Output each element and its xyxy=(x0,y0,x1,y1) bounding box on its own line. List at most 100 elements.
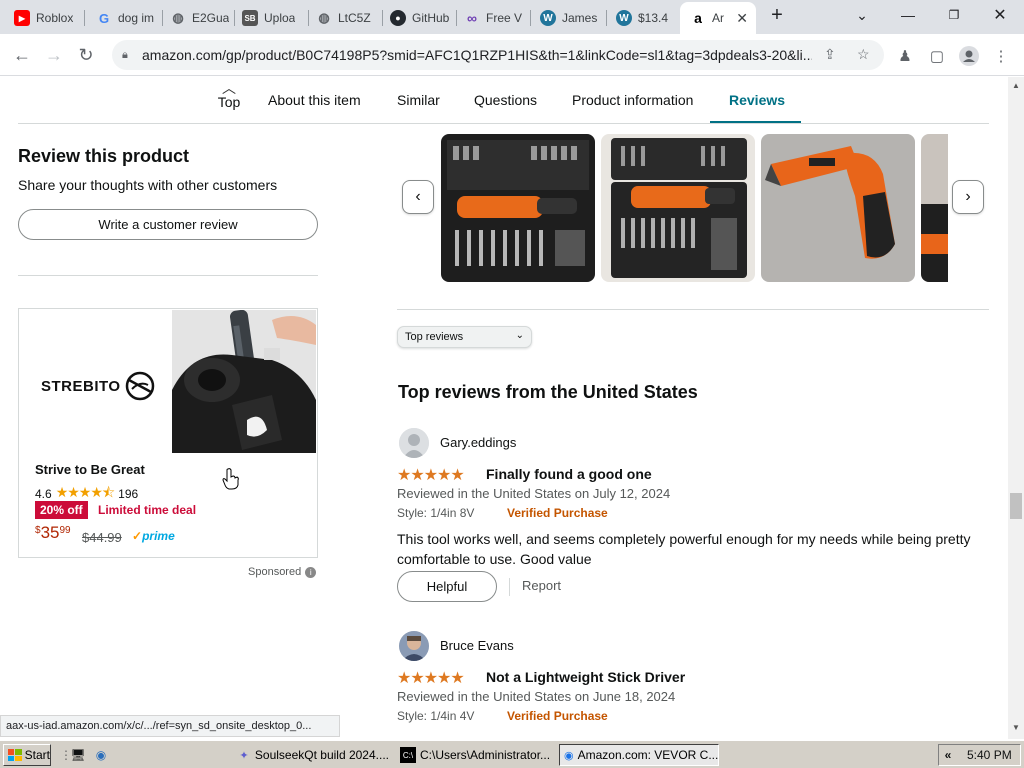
review-stars-icon[interactable]: ★★★★★ xyxy=(397,668,465,688)
helpful-button[interactable]: Helpful xyxy=(397,571,497,602)
review-image[interactable] xyxy=(761,134,915,282)
sponsored-ad[interactable]: STREBITO Strive to Be Great 4.6 ★★★★⯪ 19… xyxy=(18,308,318,558)
browser-tab[interactable]: SB Uploa xyxy=(232,6,308,30)
tab-search-icon[interactable]: ⌄ xyxy=(842,4,882,26)
browser-tab[interactable]: ▶ Roblox xyxy=(4,6,82,30)
browser-toolbar: ← → ↻ 🔒︎ amazon.com/gp/product/B0C74198P… xyxy=(0,34,1024,76)
review-body: This tool works well, and seems complete… xyxy=(397,531,971,567)
tab-product-information[interactable]: Product information xyxy=(572,92,693,108)
report-link[interactable]: Report xyxy=(522,578,561,593)
clock[interactable]: 5:40 PM xyxy=(967,748,1012,762)
carousel-next-button[interactable]: › xyxy=(952,180,984,214)
youtube-icon: ▶ xyxy=(14,10,30,26)
close-tab-icon[interactable]: ✕ xyxy=(736,10,748,27)
infinity-icon: ∞ xyxy=(467,10,477,26)
prime-badge: ✓prime xyxy=(132,529,175,543)
review-product-heading: Review this product xyxy=(18,146,190,166)
ad-product-image[interactable] xyxy=(172,310,316,453)
restore-icon[interactable]: ❐ xyxy=(934,4,974,26)
tab-about-this-item[interactable]: About this item xyxy=(268,92,361,108)
review-count[interactable]: 196 xyxy=(118,487,138,501)
bookmark-star-icon[interactable]: ☆ xyxy=(857,46,870,63)
lock-icon: 🔒︎ xyxy=(122,48,128,61)
close-window-icon[interactable]: ✕ xyxy=(980,4,1020,26)
share-icon[interactable]: ⇪ xyxy=(824,46,836,63)
show-desktop-icon[interactable]: 🖥︎ xyxy=(70,747,86,763)
back-to-top-link[interactable]: ︿ Top xyxy=(214,81,244,110)
review-stars-icon[interactable]: ★★★★★ xyxy=(397,465,465,485)
start-button[interactable]: Start xyxy=(3,744,51,766)
page-scrollbar[interactable]: ▲ ▼ xyxy=(1008,77,1024,739)
reload-icon[interactable]: ↻ xyxy=(74,43,98,67)
review-image[interactable] xyxy=(441,134,595,282)
avatar[interactable] xyxy=(399,428,429,458)
address-bar[interactable]: 🔒︎ amazon.com/gp/product/B0C74198P5?smid… xyxy=(112,40,884,70)
deal-badge: 20% off xyxy=(35,501,88,519)
globe-icon: ◍ xyxy=(172,10,184,25)
wordpress-icon: W xyxy=(616,10,632,26)
taskbar-item-console[interactable]: C:\ C:\Users\Administrator... xyxy=(395,744,555,766)
browser-tab[interactable]: ◍ E2Gua xyxy=(160,6,234,30)
review-product-subtext: Share your thoughts with other customers xyxy=(18,177,278,193)
browser-tab[interactable]: ◍ LtC5Z xyxy=(306,6,382,30)
review-image[interactable] xyxy=(921,134,948,282)
taskbar-item-soulseek[interactable]: ✦ SoulseekQt build 2024.... xyxy=(232,744,390,766)
extensions-icon[interactable]: ♟ xyxy=(894,45,916,67)
forward-icon[interactable]: → xyxy=(42,43,66,67)
soulseek-icon: ✦ xyxy=(239,749,249,762)
brand-logo: STREBITO xyxy=(41,369,157,403)
browser-tab-strip: ▶ Roblox G dog im ◍ E2Gua SB Uploa ◍ LtC… xyxy=(0,0,1024,34)
product-page-nav: ︿ Top About this item Similar Questions … xyxy=(0,78,1008,124)
list-price: $44.99 xyxy=(82,530,122,545)
browser-tab[interactable]: ● GitHub xyxy=(380,6,456,30)
tray-expand-icon[interactable]: « xyxy=(939,748,957,762)
scroll-down-icon[interactable]: ▼ xyxy=(1012,723,1020,732)
ad-tagline[interactable]: Strive to Be Great xyxy=(35,462,145,477)
nav-divider xyxy=(18,123,989,124)
scroll-up-icon[interactable]: ▲ xyxy=(1012,81,1020,90)
back-icon[interactable]: ← xyxy=(10,43,34,67)
tab-reviews[interactable]: Reviews xyxy=(729,92,785,108)
scroll-thumb[interactable] xyxy=(1010,493,1022,519)
info-icon[interactable]: i xyxy=(305,566,317,578)
reviewer-name[interactable]: Bruce Evans xyxy=(440,638,514,653)
taskbar-item-chrome[interactable]: ◉ Amazon.com: VEVOR C... xyxy=(559,744,719,766)
browser-tab-active[interactable]: a Ar ✕ xyxy=(680,2,756,34)
reviewer-name[interactable]: Gary.eddings xyxy=(440,435,516,450)
github-icon: ● xyxy=(390,10,406,26)
review-title[interactable]: Finally found a good one xyxy=(486,466,652,482)
side-panel-icon[interactable]: ▢ xyxy=(926,45,948,67)
browser-tab[interactable]: W $13.4 xyxy=(606,6,680,30)
browser-tab[interactable]: W James xyxy=(530,6,606,30)
review-item: Bruce Evans ★★★★★ Not a Lightweight Stic… xyxy=(397,631,989,731)
browser-quicklaunch-icon[interactable]: ◉ xyxy=(93,747,109,763)
tab-similar[interactable]: Similar xyxy=(397,92,440,108)
carousel-prev-button[interactable]: ‹ xyxy=(402,180,434,214)
sponsored-label: Sponsored i xyxy=(248,566,317,578)
browser-tab[interactable]: ∞ Free V xyxy=(454,6,530,30)
review-date: Reviewed in the United States on July 12… xyxy=(397,486,671,501)
review-image[interactable] xyxy=(601,134,755,282)
review-style[interactable]: Style: 1/4in 4V xyxy=(397,709,474,723)
amazon-icon: a xyxy=(694,10,702,26)
browser-tab[interactable]: G dog im xyxy=(86,6,162,30)
chevron-down-icon: ⌄ xyxy=(515,330,524,341)
review-style[interactable]: Style: 1/4in 8V xyxy=(397,506,474,520)
hand-cursor-icon xyxy=(222,468,240,495)
profile-icon[interactable] xyxy=(958,45,980,67)
wordpress-icon: W xyxy=(540,10,556,26)
minimize-icon[interactable]: — xyxy=(888,4,928,26)
reviews-heading: Top reviews from the United States xyxy=(398,382,698,402)
review-sort-dropdown[interactable]: Top reviews ⌄ xyxy=(397,326,532,348)
review-item: Gary.eddings ★★★★★ Finally found a good … xyxy=(397,428,989,608)
review-date: Reviewed in the United States on June 18… xyxy=(397,689,676,704)
review-title[interactable]: Not a Lightweight Stick Driver xyxy=(486,669,685,685)
write-review-button[interactable]: Write a customer review xyxy=(18,209,318,240)
menu-kebab-icon[interactable]: ⋮ xyxy=(990,45,1012,67)
divider xyxy=(509,578,510,596)
tab-questions[interactable]: Questions xyxy=(474,92,537,108)
system-tray: « 5:40 PM xyxy=(938,744,1021,766)
new-tab-button[interactable]: + xyxy=(757,4,797,26)
url-text: amazon.com/gp/product/B0C74198P5?smid=AF… xyxy=(142,47,812,63)
avatar[interactable] xyxy=(399,631,429,661)
